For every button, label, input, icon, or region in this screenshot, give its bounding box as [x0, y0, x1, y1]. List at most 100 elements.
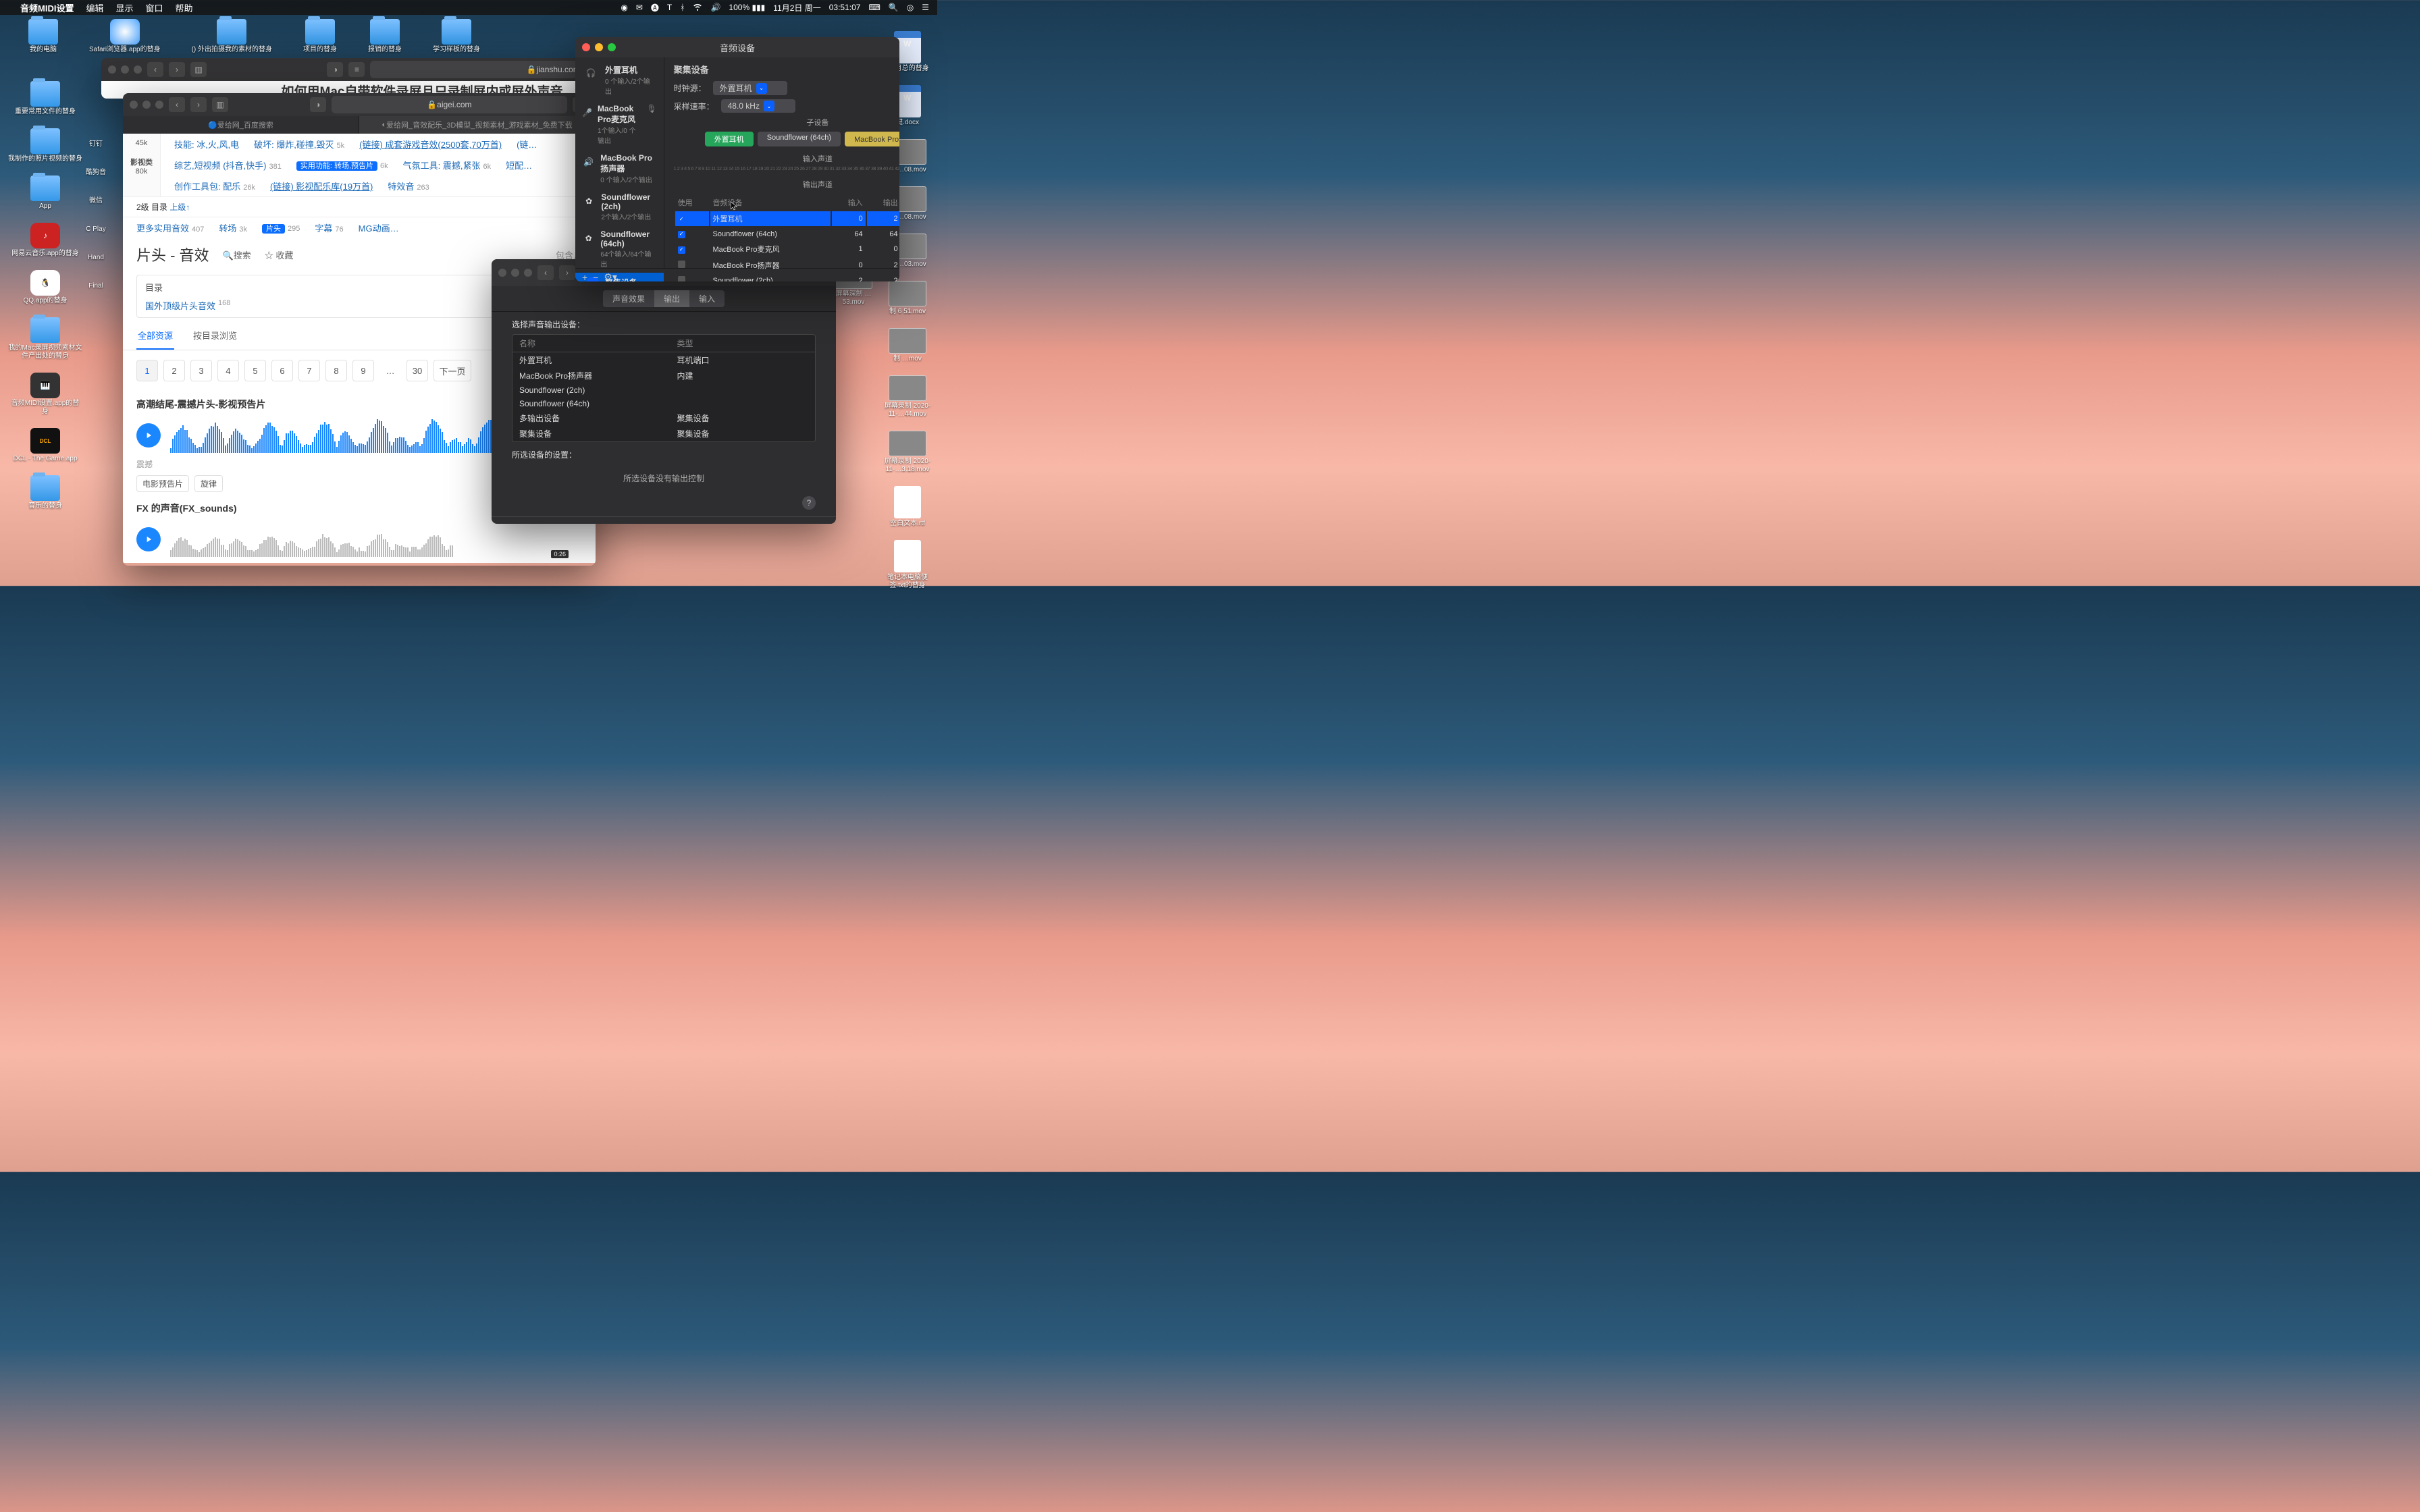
- shield-icon[interactable]: ◑: [327, 62, 343, 77]
- desktop-icon[interactable]: ♪网易云音乐.app的替身: [8, 223, 82, 258]
- wifi-icon[interactable]: [693, 2, 702, 14]
- device-options-button[interactable]: ⚙︎▾: [604, 271, 617, 281]
- back-button[interactable]: ‹: [537, 265, 554, 280]
- menubar-date[interactable]: 11月2日 周一: [773, 2, 820, 14]
- sidebar-button[interactable]: ▥: [190, 62, 207, 77]
- page[interactable]: 3: [190, 360, 212, 381]
- cat-link[interactable]: 气氛工具: 震撼,紧张: [403, 161, 481, 171]
- table-row[interactable]: ✓MacBook Pro麦克风10: [675, 242, 899, 256]
- fav-link[interactable]: ☆ 收藏: [265, 248, 294, 261]
- filter-tab-all[interactable]: 全部资源: [136, 322, 174, 350]
- output-device[interactable]: 多输出设备聚集设备: [512, 410, 815, 426]
- back-button[interactable]: ‹: [147, 62, 163, 77]
- page[interactable]: 6: [271, 360, 293, 381]
- menu-help[interactable]: 帮助: [176, 1, 193, 14]
- page[interactable]: 2: [163, 360, 185, 381]
- battery-icon[interactable]: 100% ▮▮▮: [729, 3, 765, 12]
- clock-source-select[interactable]: 外置耳机⌄: [713, 81, 787, 95]
- table-row[interactable]: MacBook Pro扬声器02: [675, 258, 899, 273]
- help-button[interactable]: ?: [802, 496, 816, 510]
- cat-badge[interactable]: 实用功能: 转场,预告片: [296, 161, 377, 171]
- desktop-icon[interactable]: 屏幕录制 2020-11-…3.18.mov: [882, 431, 933, 474]
- play-button[interactable]: [136, 527, 161, 551]
- page[interactable]: 1: [136, 360, 158, 381]
- record-icon[interactable]: ◉: [621, 3, 627, 12]
- cat-link[interactable]: 更多实用音效: [136, 223, 189, 234]
- menu-edit[interactable]: 编辑: [86, 1, 103, 14]
- browser-tab[interactable]: ◐ 爱给网_音效配乐_3D模型_视频素材_游戏素材_免费下载: [359, 116, 596, 134]
- desktop-icon[interactable]: 音乐的替身: [8, 475, 82, 510]
- desktop-icon[interactable]: 学习样板的替身: [433, 19, 480, 54]
- cat-link[interactable]: 技能: 冰,火,风,电: [174, 138, 239, 151]
- page[interactable]: 4: [217, 360, 239, 381]
- menubar-app-name[interactable]: 音频MIDI设置: [20, 1, 74, 14]
- desktop-icon[interactable]: 我制作的照片视频的替身: [8, 128, 82, 163]
- cat-link[interactable]: 破坏: 爆炸,碰撞,毁灭: [254, 140, 334, 150]
- tab-effects[interactable]: 声音效果: [603, 290, 654, 307]
- volume-icon[interactable]: 🔊: [710, 3, 720, 12]
- desktop-icon[interactable]: 我的Mac录屏视频素材文件产出处的替身: [8, 317, 82, 360]
- siri-icon[interactable]: ◎: [907, 3, 914, 12]
- page[interactable]: 7: [298, 360, 320, 381]
- menu-icon[interactable]: 🅐: [651, 2, 659, 14]
- wechat-menu-icon[interactable]: ✉: [636, 3, 643, 12]
- desktop-icon[interactable]: 制 …mov: [882, 328, 933, 363]
- next-page[interactable]: 下一页: [433, 360, 471, 381]
- remove-device-button[interactable]: −: [593, 272, 598, 282]
- keyboard-icon[interactable]: ⌨: [868, 3, 880, 12]
- tab-output[interactable]: 输出: [654, 290, 689, 307]
- cat-link[interactable]: 创作工具包: 配乐: [174, 182, 240, 192]
- cat-badge[interactable]: 片头: [262, 224, 285, 234]
- cat-link[interactable]: 综艺,短视频 (抖音,快手): [174, 161, 267, 171]
- tab-input[interactable]: 输入: [689, 290, 725, 307]
- subdev-pill[interactable]: Soundflower (64ch): [758, 132, 841, 146]
- tag-pill[interactable]: 旋律: [194, 475, 223, 492]
- text-menu-icon[interactable]: T: [667, 3, 672, 12]
- tag-pill[interactable]: 电影预告片: [136, 475, 189, 492]
- menubar-time[interactable]: 03:51:07: [829, 3, 861, 12]
- menu-view[interactable]: 显示: [115, 1, 133, 14]
- desktop-icon[interactable]: 我的电脑: [28, 19, 58, 54]
- cat-link[interactable]: 字幕: [315, 223, 332, 234]
- cat-name[interactable]: 影视类: [130, 159, 153, 167]
- desktop-icon[interactable]: 报销的替身: [368, 19, 402, 54]
- filter-tab-by-dir[interactable]: 按目录浏览: [192, 322, 238, 350]
- page[interactable]: 5: [244, 360, 266, 381]
- desktop-icon[interactable]: C Play: [82, 225, 109, 234]
- desktop-icon[interactable]: Final: [82, 282, 109, 290]
- table-row[interactable]: ✓Soundflower (64ch)6464✓: [675, 227, 899, 240]
- play-button[interactable]: [136, 423, 161, 448]
- output-device[interactable]: Soundflower (2ch): [512, 383, 815, 397]
- desktop-icon[interactable]: 钉钉: [82, 140, 109, 148]
- uplevel-link[interactable]: 上级↑: [169, 202, 190, 212]
- device-soundflower-2ch[interactable]: ✿Soundflower (2ch)2个输入/2个输出: [575, 188, 664, 225]
- output-device[interactable]: MacBook Pro扬声器内建: [512, 368, 815, 383]
- desktop-icon[interactable]: 🐧QQ.app的替身: [8, 270, 82, 305]
- desktop-icon[interactable]: Safari浏览器.app的替身: [89, 19, 161, 54]
- desktop-icon[interactable]: 笔记本电脑便签.txt的替身: [882, 540, 933, 590]
- page[interactable]: 30: [406, 360, 428, 381]
- zoom-button[interactable]: [608, 43, 616, 51]
- desktop-icon[interactable]: Hand: [82, 254, 109, 262]
- add-device-button[interactable]: +: [582, 272, 587, 282]
- output-device[interactable]: 聚集设备聚集设备: [512, 426, 815, 441]
- cat-link[interactable]: 特效音: [388, 182, 414, 192]
- sample-rate-select[interactable]: 48.0 kHz⌄: [721, 99, 795, 113]
- desktop-icon[interactable]: 项目的替身: [303, 19, 337, 54]
- back-button[interactable]: ‹: [169, 97, 185, 112]
- forward-button[interactable]: ›: [559, 265, 575, 280]
- waveform[interactable]: 0:26: [170, 522, 582, 557]
- cat-link[interactable]: (链接) 影视配乐库(19万首): [270, 180, 373, 192]
- device-mic[interactable]: 🎤MacBook Pro麦克风1个输入/0 个输出🎙: [575, 100, 664, 149]
- output-device[interactable]: Soundflower (64ch): [512, 397, 815, 410]
- device-soundflower-64ch[interactable]: ✿Soundflower (64ch)64个输入/64个输出: [575, 225, 664, 273]
- subdev-pill[interactable]: MacBook Pro麦克风: [845, 132, 899, 146]
- desktop-icon[interactable]: () 外出拍摄我的素材的替身: [192, 19, 272, 54]
- cat-link[interactable]: (链接) 成套游戏音效(2500套,70万首): [359, 138, 502, 151]
- desktop-icon[interactable]: 空白文本.rtf: [882, 486, 933, 528]
- device-speakers[interactable]: 🔊MacBook Pro扬声器0 个输入/2个输出: [575, 149, 664, 188]
- device-headphones[interactable]: 🎧外置耳机0 个输入/2个输出: [575, 60, 664, 100]
- desktop-icon[interactable]: 制 6 51.mov: [882, 281, 933, 316]
- table-row[interactable]: ✓外置耳机02: [675, 211, 899, 226]
- browser-tab[interactable]: 🔵 爱给网_百度搜索: [123, 116, 359, 134]
